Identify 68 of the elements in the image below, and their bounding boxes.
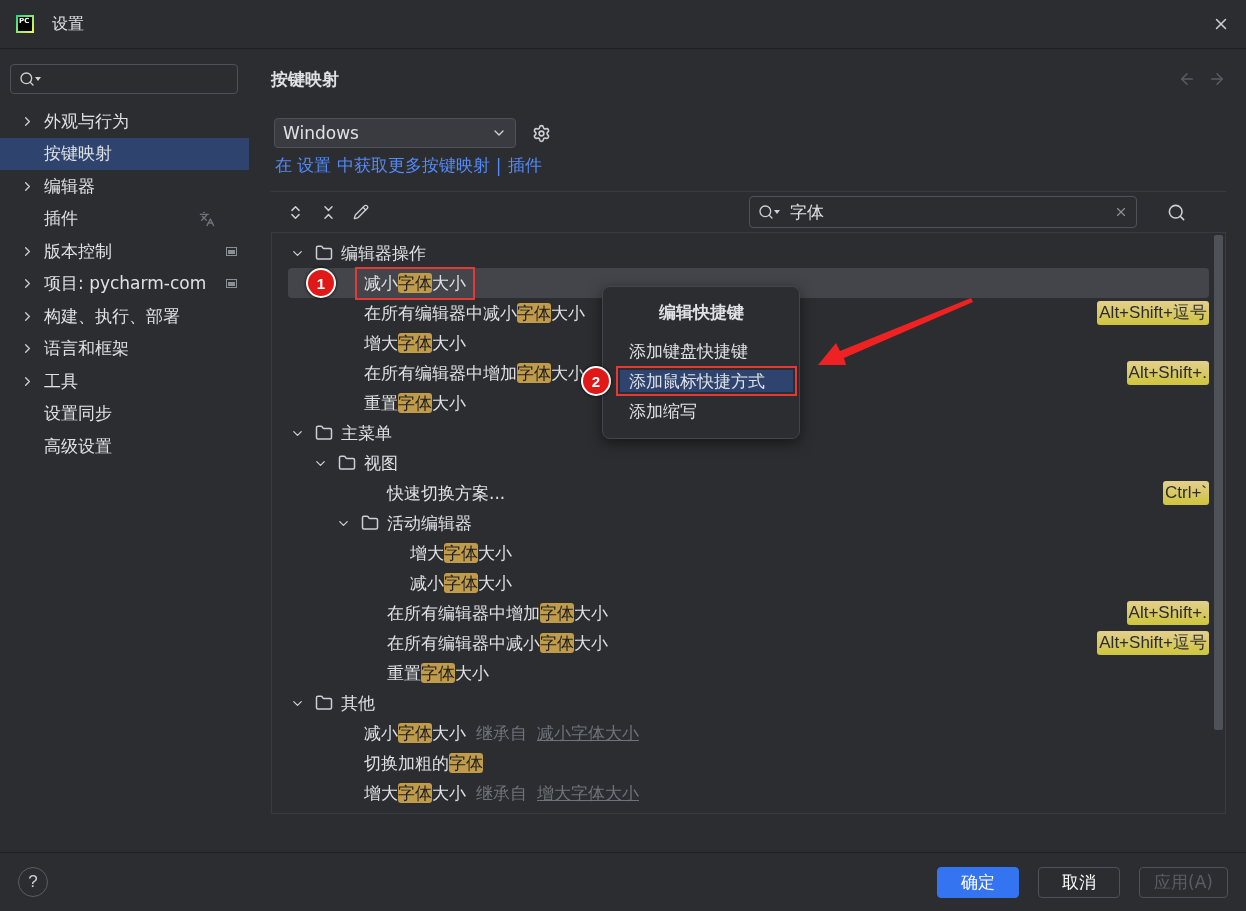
tree-folder-label[interactable]: 活动编辑器 (387, 511, 472, 535)
plugins-link[interactable]: 插件 (507, 154, 542, 177)
sidebar-item[interactable]: 工具 (0, 365, 249, 398)
find-shortcut-icon[interactable] (1167, 202, 1186, 222)
dialog-button[interactable]: 确定 (937, 866, 1020, 898)
sidebar-item[interactable]: 高级设置 (0, 430, 249, 463)
page-title: 按键映射 (271, 67, 339, 91)
action-label[interactable]: 增大字体大小 (410, 541, 512, 565)
keymap-value: Windows (283, 123, 359, 143)
shortcut-badge: Alt+Shift+. (1126, 361, 1209, 385)
search-box[interactable]: 字体 (749, 196, 1137, 228)
shortcut-badge: Alt+Shift+. (1126, 601, 1209, 625)
sidebar-item[interactable]: 插件 (0, 202, 249, 235)
action-label[interactable]: 重置字体大小 (364, 391, 466, 415)
callout-marker: 1 (306, 268, 336, 298)
link-separator: | (495, 155, 502, 176)
action-label[interactable]: 在所有编辑器中减小字体大小 (364, 301, 585, 325)
action-label[interactable]: 快速切换方案... (387, 481, 506, 505)
shortcut-badge: Ctrl+` (1162, 481, 1209, 505)
search-field[interactable] (10, 64, 238, 94)
sidebar-item[interactable]: 外观与行为 (0, 105, 249, 138)
sidebar-item[interactable]: 构建、执行、部署 (0, 300, 249, 333)
tree-folder-label[interactable]: 其他 (341, 691, 375, 715)
inherited-note: 继承自 (476, 781, 527, 805)
window-title: 设置 (52, 13, 84, 35)
action-label[interactable]: 减小字体大小 (355, 266, 475, 300)
folder-icon (361, 514, 379, 532)
clear-icon[interactable] (1114, 205, 1128, 219)
menu-item[interactable]: 添加缩写 (616, 396, 797, 426)
keymap-dropdown[interactable]: Windows (274, 118, 516, 148)
settings-icon[interactable] (532, 123, 551, 143)
shortcut-badge: Alt+Shift+逗号 (1097, 301, 1209, 325)
inherited-note: 继承自 (476, 721, 527, 745)
sidebar-item[interactable]: 项目: pycharm-com (0, 267, 249, 300)
sidebar-item[interactable]: 版本控制 (0, 235, 249, 268)
search-input[interactable]: 字体 (790, 202, 1104, 222)
action-label[interactable]: 增大字体大小 (364, 781, 466, 805)
folder-icon (338, 454, 356, 472)
action-label[interactable]: 在所有编辑器中减小字体大小 (387, 631, 608, 655)
sidebar-item[interactable]: 设置同步 (0, 397, 249, 430)
tree-folder-label[interactable]: 编辑器操作 (341, 241, 426, 265)
action-label[interactable]: 切换加粗的字体 (364, 751, 483, 775)
folder-icon (315, 694, 333, 712)
menu-item[interactable]: 添加鼠标快捷方式 (616, 366, 797, 396)
sidebar-item[interactable]: 编辑器 (0, 170, 249, 203)
window-icon (226, 246, 237, 256)
pencil-icon[interactable] (353, 204, 369, 220)
scrollbar-thumb[interactable] (1213, 235, 1223, 730)
menu-title: 编辑快捷键 (657, 301, 745, 324)
action-label[interactable]: 减小字体大小 (364, 721, 466, 745)
tree-folder-label[interactable]: 主菜单 (341, 421, 392, 445)
translate-icon (199, 210, 215, 227)
action-label[interactable]: 在所有编辑器中增加字体大小 (387, 601, 608, 625)
search-icon[interactable] (758, 204, 780, 220)
folder-icon (315, 244, 333, 262)
sidebar-item[interactable]: 按键映射 (0, 137, 249, 170)
tree-folder-label[interactable]: 视图 (364, 451, 398, 475)
dialog-button[interactable]: 取消 (1038, 866, 1121, 898)
search-icon[interactable] (19, 71, 41, 87)
folder-icon (315, 424, 333, 442)
window-icon (226, 279, 237, 289)
menu-item[interactable]: 添加键盘快捷键 (616, 336, 797, 366)
action-label[interactable]: 重置字体大小 (387, 661, 489, 685)
more-keymaps-link[interactable]: 在 设置 中获取更多按键映射 (275, 154, 490, 177)
action-label[interactable]: 减小字体大小 (410, 571, 512, 595)
action-label[interactable]: 增大字体大小 (364, 331, 466, 355)
sidebar-item[interactable]: 语言和框架 (0, 332, 249, 365)
shortcut-badge: Alt+Shift+逗号 (1097, 631, 1209, 655)
